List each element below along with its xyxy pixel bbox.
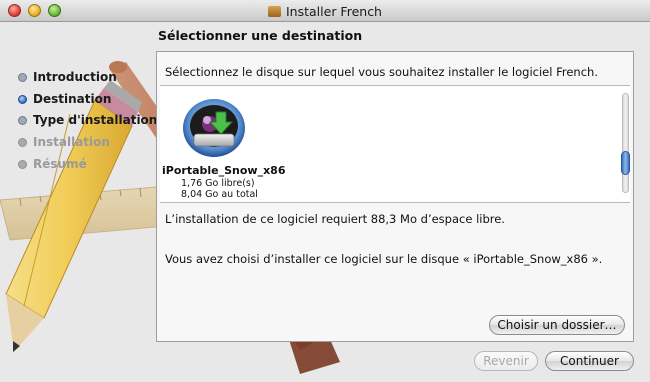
volume-free-space: 1,76 Go libre(s) <box>181 178 255 189</box>
hard-disk-install-icon[interactable] <box>182 98 246 158</box>
window-title: Installer French <box>0 4 650 19</box>
choose-folder-button[interactable]: Choisir un dossier… <box>489 315 625 335</box>
step-bullet-icon <box>18 73 27 82</box>
destination-prompt: Sélectionnez le disque sur lequel vous s… <box>165 65 598 79</box>
installer-window: Installer French Introduction Destinatio… <box>0 0 650 382</box>
back-button[interactable]: Revenir <box>474 351 538 371</box>
chosen-disk-text: Vous avez choisi d’installer ce logiciel… <box>165 252 603 266</box>
step-bullet-icon <box>18 95 27 104</box>
page-title: Sélectionner une destination <box>158 28 363 43</box>
destination-panel: Sélectionnez le disque sur lequel vous s… <box>156 51 634 342</box>
volume-name: iPortable_Snow_x86 <box>162 164 286 177</box>
package-icon <box>268 6 281 17</box>
scrollbar-thumb[interactable] <box>621 151 630 175</box>
volume-list-scrollbar[interactable] <box>621 87 630 201</box>
step-bullet-icon <box>18 160 27 169</box>
step-bullet-icon <box>18 116 27 125</box>
continue-button[interactable]: Continuer <box>545 351 634 371</box>
volume-list[interactable]: iPortable_Snow_x86 1,76 Go libre(s) 8,04… <box>160 85 630 203</box>
volume-total-space: 8,04 Go au total <box>181 189 258 200</box>
scrollbar-track[interactable] <box>622 93 629 193</box>
step-bullet-icon <box>18 138 27 147</box>
title-bar: Installer French <box>0 0 650 22</box>
space-requirement-text: L’installation de ce logiciel requiert 8… <box>165 212 505 226</box>
